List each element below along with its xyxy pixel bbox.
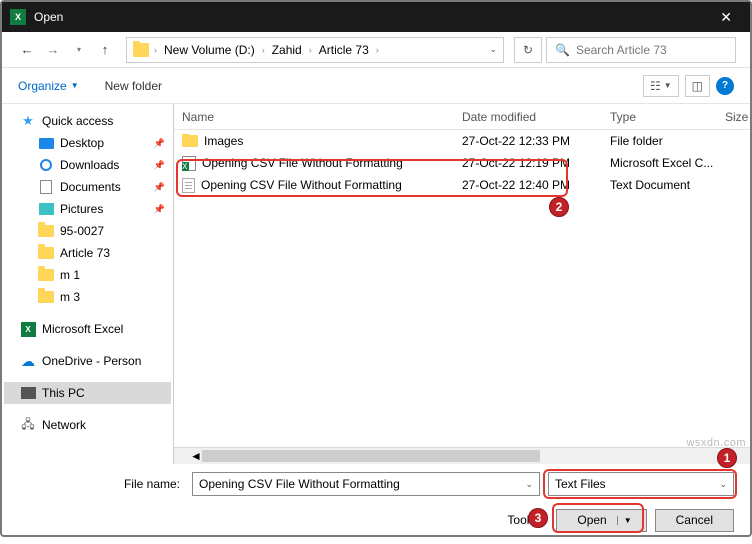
titlebar: X Open ✕ bbox=[2, 2, 750, 32]
chevron-down-icon: ▼ bbox=[71, 81, 79, 90]
network-icon: 🖧 bbox=[20, 418, 36, 432]
sidebar-folder-1[interactable]: 95-0027 bbox=[4, 220, 171, 242]
recent-dropdown[interactable]: ▾ bbox=[68, 39, 90, 61]
breadcrumb-user[interactable]: Zahid bbox=[270, 43, 304, 57]
sidebar-documents[interactable]: Documents📌 bbox=[4, 176, 171, 198]
header-name[interactable]: Name bbox=[182, 110, 462, 124]
sidebar-network[interactable]: 🖧Network bbox=[4, 414, 171, 436]
column-headers: Name Date modified Type Size bbox=[174, 104, 750, 130]
desktop-icon bbox=[39, 138, 54, 149]
annotation-badge-3: 3 bbox=[528, 508, 548, 528]
annotation-box-file bbox=[176, 159, 568, 197]
file-row-images[interactable]: Images 27-Oct-22 12:33 PM File folder bbox=[174, 130, 750, 152]
annotation-box-open bbox=[552, 503, 644, 533]
annotation-badge-1: 1 bbox=[717, 448, 737, 468]
excel-icon: X bbox=[10, 9, 26, 25]
sidebar-quick-access[interactable]: ★Quick access bbox=[4, 110, 171, 132]
sidebar-downloads[interactable]: Downloads📌 bbox=[4, 154, 171, 176]
horizontal-scrollbar[interactable]: ◄ ► bbox=[174, 447, 750, 464]
annotation-box-filter bbox=[543, 469, 737, 499]
chevron-right-icon: › bbox=[152, 45, 159, 55]
sidebar: ★Quick access Desktop📌 Downloads📌 Docume… bbox=[2, 104, 174, 464]
search-placeholder: Search Article 73 bbox=[576, 43, 667, 57]
pin-icon: 📌 bbox=[154, 204, 165, 215]
pictures-icon bbox=[39, 203, 54, 215]
chevron-right-icon: › bbox=[260, 45, 267, 55]
preview-pane-button[interactable]: ◫ bbox=[685, 75, 710, 97]
breadcrumb-volume[interactable]: New Volume (D:) bbox=[162, 43, 257, 57]
toolbar: Organize ▼ New folder ☷ ▼ ◫ ? bbox=[2, 68, 750, 104]
file-list: Name Date modified Type Size Images 27-O… bbox=[174, 104, 750, 464]
downloads-icon bbox=[40, 159, 52, 171]
forward-button[interactable]: → bbox=[42, 39, 64, 61]
watermark: wsxdn.com bbox=[686, 437, 746, 449]
refresh-button[interactable]: ↻ bbox=[514, 37, 542, 63]
address-dropdown-icon[interactable]: ⌄ bbox=[489, 44, 497, 55]
sidebar-onedrive[interactable]: ☁OneDrive - Person bbox=[4, 350, 171, 372]
drive-icon bbox=[133, 43, 149, 57]
help-icon[interactable]: ? bbox=[716, 77, 734, 95]
chevron-down-icon[interactable]: ⌄ bbox=[525, 479, 533, 490]
folder-icon bbox=[38, 247, 54, 259]
back-button[interactable]: ← bbox=[16, 39, 38, 61]
organize-button[interactable]: Organize ▼ bbox=[18, 79, 79, 93]
sidebar-pictures[interactable]: Pictures📌 bbox=[4, 198, 171, 220]
sidebar-excel[interactable]: XMicrosoft Excel bbox=[4, 318, 171, 340]
excel-icon: X bbox=[21, 322, 36, 337]
search-input[interactable]: 🔍 Search Article 73 bbox=[546, 37, 736, 63]
sidebar-folder-2[interactable]: Article 73 bbox=[4, 242, 171, 264]
breadcrumb-folder[interactable]: Article 73 bbox=[317, 43, 371, 57]
pin-icon: 📌 bbox=[154, 182, 165, 193]
cancel-button[interactable]: Cancel bbox=[655, 509, 734, 532]
view-mode-button[interactable]: ☷ ▼ bbox=[643, 75, 679, 97]
chevron-right-icon: › bbox=[374, 45, 381, 55]
filename-label: File name: bbox=[18, 477, 184, 491]
nav-bar: ← → ▾ ↑ › New Volume (D:) › Zahid › Arti… bbox=[2, 32, 750, 68]
header-type[interactable]: Type bbox=[610, 110, 725, 124]
up-button[interactable]: ↑ bbox=[94, 39, 116, 61]
sidebar-this-pc[interactable]: This PC bbox=[4, 382, 171, 404]
search-icon: 🔍 bbox=[555, 43, 570, 57]
close-icon[interactable]: ✕ bbox=[710, 5, 742, 30]
filename-input[interactable]: Opening CSV File Without Formatting ⌄ bbox=[192, 472, 540, 496]
pc-icon bbox=[21, 387, 36, 399]
sidebar-desktop[interactable]: Desktop📌 bbox=[4, 132, 171, 154]
chevron-right-icon: › bbox=[307, 45, 314, 55]
folder-icon bbox=[38, 291, 54, 303]
address-bar[interactable]: › New Volume (D:) › Zahid › Article 73 ›… bbox=[126, 37, 504, 63]
folder-icon bbox=[38, 225, 54, 237]
onedrive-icon: ☁ bbox=[20, 354, 36, 368]
scroll-left-icon[interactable]: ◄ bbox=[190, 449, 202, 463]
window-title: Open bbox=[34, 10, 710, 24]
new-folder-button[interactable]: New folder bbox=[105, 79, 162, 93]
bottom-panel: File name: Opening CSV File Without Form… bbox=[2, 464, 750, 544]
documents-icon bbox=[40, 180, 52, 194]
sidebar-folder-3[interactable]: m 1 bbox=[4, 264, 171, 286]
folder-icon bbox=[182, 135, 198, 147]
header-size[interactable]: Size bbox=[725, 110, 750, 124]
pin-icon: 📌 bbox=[154, 160, 165, 171]
star-icon: ★ bbox=[20, 114, 36, 128]
scrollbar-thumb[interactable] bbox=[202, 450, 540, 462]
pin-icon: 📌 bbox=[154, 138, 165, 149]
folder-icon bbox=[38, 269, 54, 281]
annotation-badge-2: 2 bbox=[549, 197, 569, 217]
header-date[interactable]: Date modified bbox=[462, 110, 610, 124]
sidebar-folder-4[interactable]: m 3 bbox=[4, 286, 171, 308]
